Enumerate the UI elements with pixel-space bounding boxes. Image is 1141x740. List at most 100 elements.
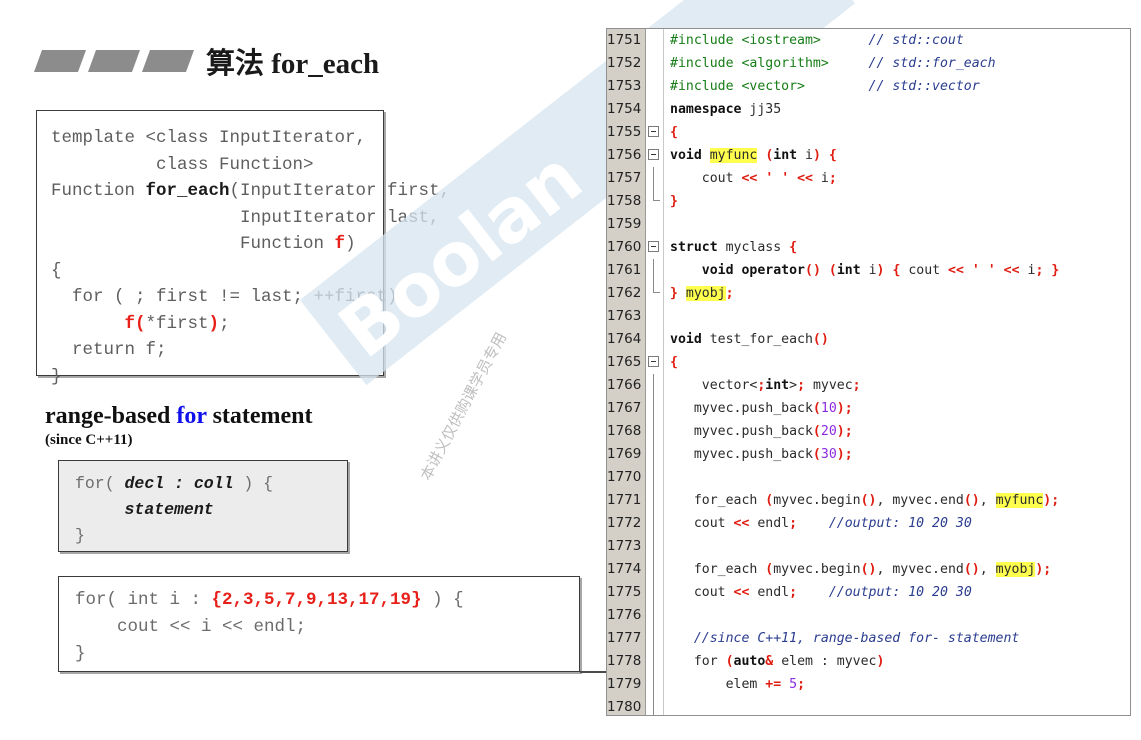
line-number: 1758	[607, 193, 642, 209]
code-line: cout << i << endl;	[75, 617, 307, 637]
fold-marker	[646, 29, 663, 52]
code-line: for( decl : coll ) {	[75, 474, 274, 493]
code-line: }	[75, 644, 86, 664]
line-number: 1759	[607, 216, 642, 232]
code-line[interactable]: void operator() (int i) { cout << ' ' <<…	[664, 259, 1130, 282]
fold-marker[interactable]	[646, 144, 663, 167]
line-number: 1756	[607, 147, 642, 163]
heading-part-1: range-based	[45, 403, 177, 429]
code-line[interactable]: {	[664, 351, 1130, 374]
code-line[interactable]	[664, 696, 1130, 715]
code-line[interactable]: {	[664, 121, 1130, 144]
line-number: 1780	[607, 699, 642, 715]
line-number: 1777	[607, 630, 642, 646]
code-line[interactable]: myvec.push_back(10);	[664, 397, 1130, 420]
code-line[interactable]: myvec.push_back(20);	[664, 420, 1130, 443]
fold-collapse-icon[interactable]	[648, 356, 659, 367]
code-line[interactable]: elem += 5;	[664, 673, 1130, 696]
code-line: return f;	[51, 340, 167, 360]
heading-keyword-for: for	[176, 403, 207, 429]
code-line[interactable]: #include <algorithm> // std::for_each	[664, 52, 1130, 75]
fold-collapse-icon[interactable]	[648, 149, 659, 160]
fold-marker	[646, 673, 663, 696]
fold-marker	[646, 558, 663, 581]
fold-marker	[646, 443, 663, 466]
code-line[interactable]: //since C++11, range-based for- statemen…	[664, 627, 1130, 650]
code-line[interactable]: void test_for_each()	[664, 328, 1130, 351]
fold-bar-icon	[653, 604, 654, 627]
fold-bar-icon	[653, 259, 654, 282]
fold-marker	[646, 535, 663, 558]
fold-bar-icon	[653, 466, 654, 489]
code-line: Function for_each(InputIterator first,	[51, 181, 451, 201]
code-folding-column[interactable]	[646, 29, 664, 715]
fold-bar-icon	[653, 512, 654, 535]
fold-marker[interactable]	[646, 282, 663, 305]
fold-marker[interactable]	[646, 259, 663, 282]
chevron-bars-icon-3	[141, 50, 195, 72]
code-line[interactable]	[664, 305, 1130, 328]
line-number: 1760	[607, 239, 642, 255]
code-line: {	[51, 260, 62, 281]
code-line[interactable]: #include <vector> // std::vector	[664, 75, 1130, 98]
fold-marker	[646, 98, 663, 121]
line-number: 1761	[607, 262, 642, 278]
code-line[interactable]: for_each (myvec.begin(), myvec.end(), my…	[664, 558, 1130, 581]
watermark-notice: 本讲义仅供购课学员专用	[416, 329, 511, 484]
fold-marker[interactable]	[646, 190, 663, 213]
code-editor-panel[interactable]: 1751 1752 1753 1754 1755 1756 1757 1758 1759 1760…	[606, 28, 1131, 716]
code-line[interactable]: struct myclass {	[664, 236, 1130, 259]
fold-collapse-icon[interactable]	[648, 241, 659, 252]
code-line: template <class InputIterator,	[51, 128, 367, 148]
for-each-signature-box: template <class InputIterator, class Fun…	[36, 110, 451, 387]
line-number: 1765	[607, 354, 642, 370]
code-line[interactable]: for_each (myvec.begin(), myvec.end(), my…	[664, 489, 1130, 512]
fold-bar-icon	[653, 696, 654, 715]
code-content-area[interactable]: #include <iostream> // std::cout #include…	[664, 29, 1130, 715]
code-line[interactable]: cout << ' ' << i;	[664, 167, 1130, 190]
code-line[interactable]: for (auto& elem : myvec)	[664, 650, 1130, 673]
fold-marker	[646, 75, 663, 98]
line-number: 1770	[607, 469, 642, 485]
code-line[interactable]: void myfunc (int i) {	[664, 144, 1130, 167]
line-number: 1752	[607, 55, 642, 71]
code-line[interactable]	[664, 535, 1130, 558]
code-line[interactable]: namespace jj35	[664, 98, 1130, 121]
code-line[interactable]	[664, 466, 1130, 489]
fold-marker	[646, 627, 663, 650]
fold-marker[interactable]	[646, 351, 663, 374]
code-line[interactable]: } myobj;	[664, 282, 1130, 305]
line-number: 1754	[607, 101, 642, 117]
code-line[interactable]: cout << endl; //output: 10 20 30	[664, 512, 1130, 535]
slide-canvas: 算法 for_each template <class InputIterato…	[0, 0, 1141, 740]
code-line[interactable]	[664, 213, 1130, 236]
fold-end-icon	[653, 282, 660, 293]
code-line[interactable]: myvec.push_back(30);	[664, 443, 1130, 466]
fold-marker	[646, 489, 663, 512]
line-number: 1775	[607, 584, 642, 600]
line-number: 1768	[607, 423, 642, 439]
range-based-subheading: (since C++11)	[45, 432, 133, 448]
line-number: 1771	[607, 492, 642, 508]
code-line[interactable]: #include <iostream> // std::cout	[664, 29, 1130, 52]
fold-bar-icon	[653, 627, 654, 650]
code-line: statement	[124, 500, 214, 519]
code-line[interactable]: }	[664, 190, 1130, 213]
fold-marker[interactable]	[646, 121, 663, 144]
fold-marker	[646, 397, 663, 420]
code-line[interactable]	[664, 604, 1130, 627]
fold-bar-icon	[653, 673, 654, 696]
fold-marker	[646, 581, 663, 604]
line-number: 1769	[607, 446, 642, 462]
fold-collapse-icon[interactable]	[648, 126, 659, 137]
line-number: 1776	[607, 607, 642, 623]
line-number: 1767	[607, 400, 642, 416]
fold-marker	[646, 328, 663, 351]
fold-marker	[646, 305, 663, 328]
code-line[interactable]: vector<;int>; myvec;	[664, 374, 1130, 397]
code-line: InputIterator last,	[51, 207, 440, 228]
code-line[interactable]: cout << endl; //output: 10 20 30	[664, 581, 1130, 604]
fold-marker[interactable]	[646, 167, 663, 190]
line-number: 1757	[607, 170, 642, 186]
fold-marker[interactable]	[646, 236, 663, 259]
